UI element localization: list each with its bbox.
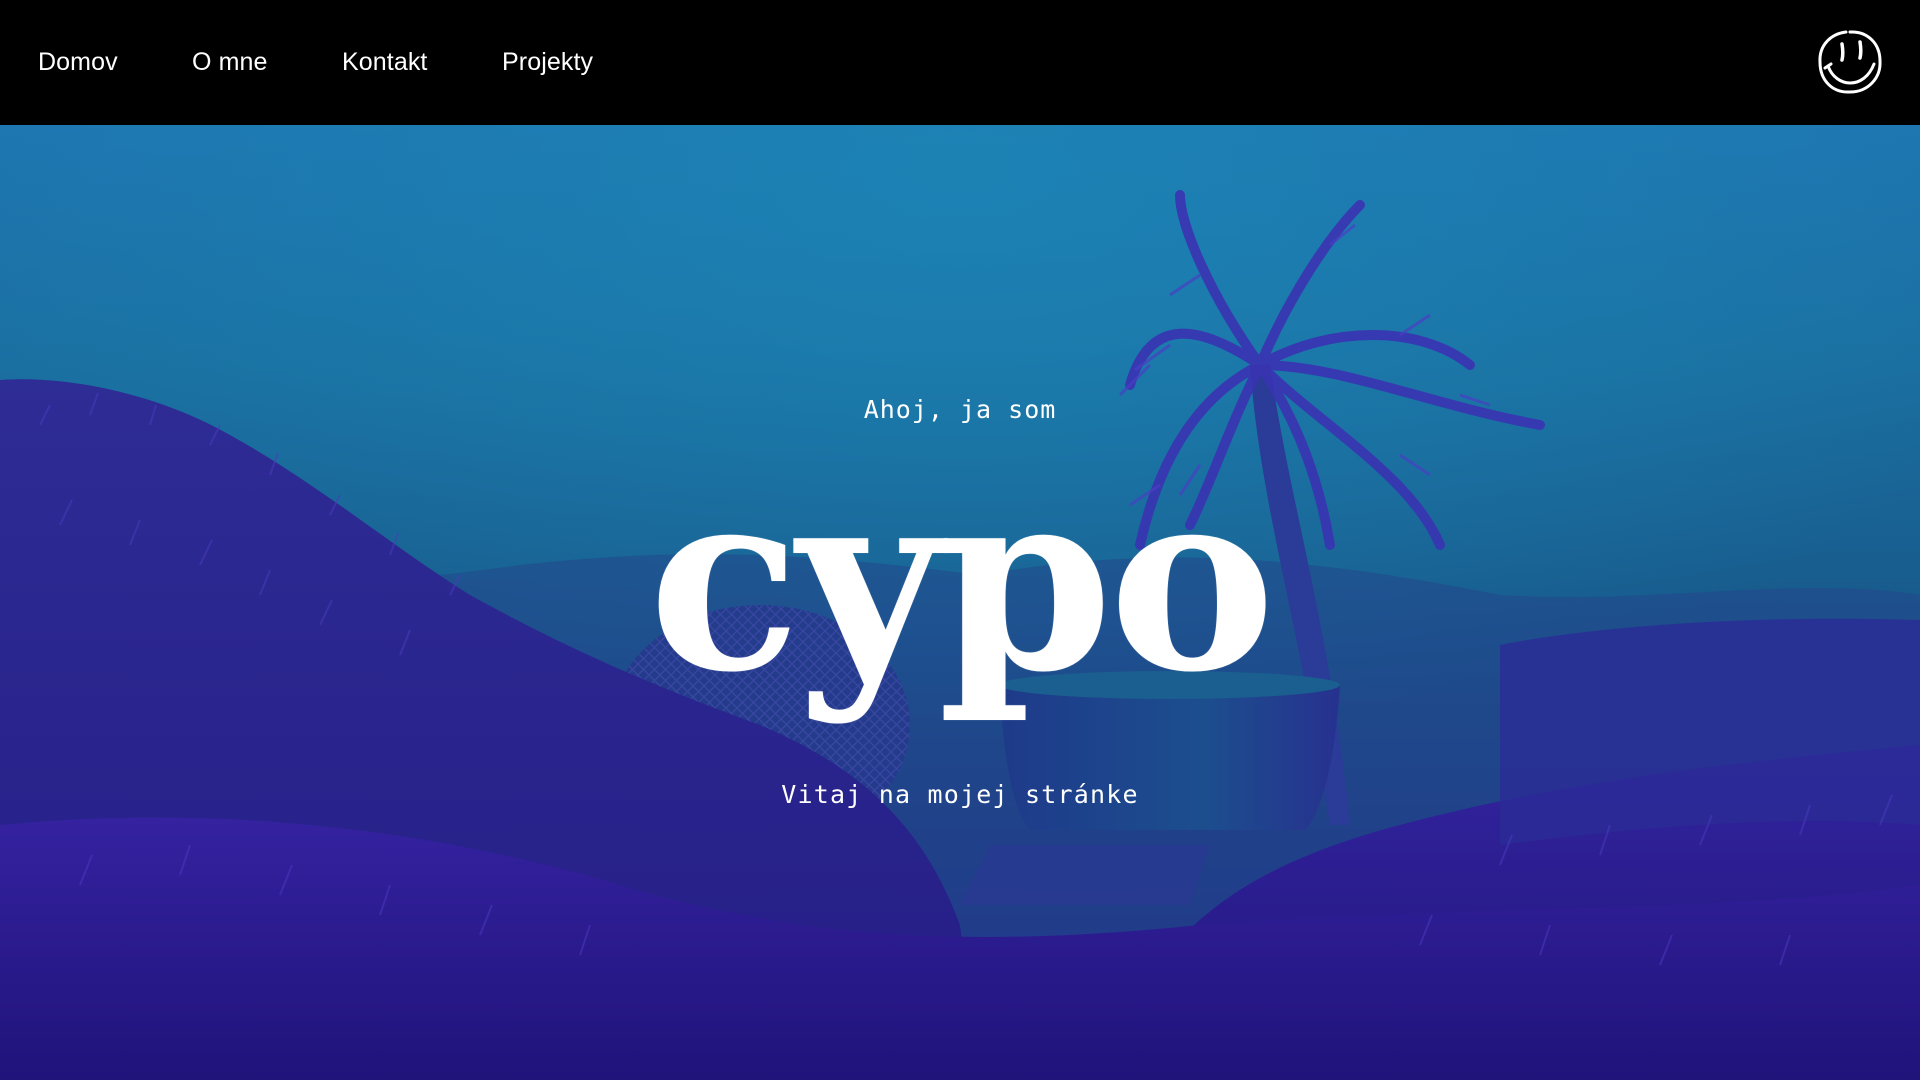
- nav-link-domov[interactable]: Domov: [38, 48, 118, 77]
- hero-section: Ahoj, ja som cypo Vitaj na mojej stránke: [0, 125, 1920, 1080]
- hero-name-title: cypo: [648, 433, 1275, 727]
- hero-greeting: Ahoj, ja som: [863, 395, 1057, 424]
- nav-link-kontakt[interactable]: Kontakt: [342, 48, 427, 77]
- nav-link-projekty[interactable]: Projekty: [502, 48, 593, 77]
- top-navigation-bar: Domov O mne Kontakt Projekty: [0, 0, 1920, 125]
- smiley-icon[interactable]: [1816, 28, 1884, 96]
- nav-link-o-mne[interactable]: O mne: [192, 48, 268, 77]
- hero-welcome-text: Vitaj na mojej stránke: [781, 780, 1139, 809]
